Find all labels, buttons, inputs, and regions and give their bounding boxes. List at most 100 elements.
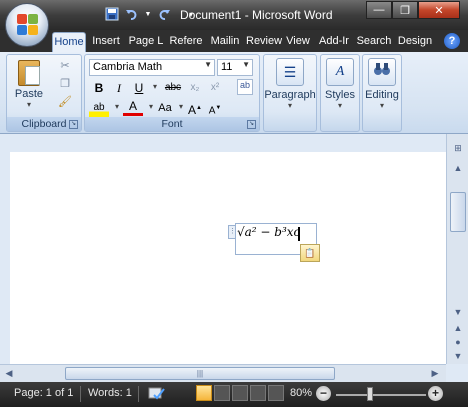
proofing-icon[interactable] — [148, 386, 166, 403]
scroll-down-icon[interactable]: ▼ — [450, 304, 466, 320]
tab-search[interactable]: Search — [356, 32, 392, 52]
document-top-margin — [0, 134, 446, 152]
grow-font-label: A — [188, 103, 197, 117]
clear-formatting-icon[interactable]: ab — [237, 79, 253, 95]
outline-view-icon[interactable] — [250, 385, 266, 401]
save-icon[interactable] — [104, 6, 120, 22]
scroll-left-icon[interactable]: ◀ — [2, 366, 16, 380]
subscript-button[interactable]: x₂ — [185, 79, 205, 97]
paragraph-button[interactable]: ☰ Paragraph ▾ — [264, 58, 316, 118]
horizontal-scrollbar[interactable]: ◀ ||| ▶ — [0, 364, 446, 382]
window-controls: — ❐ ✕ — [366, 1, 460, 19]
word-count[interactable]: Words: 1 — [88, 387, 132, 399]
bold-button[interactable]: B — [89, 79, 109, 97]
full-screen-reading-view-icon[interactable] — [214, 385, 230, 401]
font-color-button[interactable]: A — [123, 99, 143, 116]
zoom-out-icon[interactable]: − — [316, 386, 331, 401]
status-bar: Page: 1 of 1 Words: 1 80% − + — [0, 382, 468, 407]
zoom-in-icon[interactable]: + — [428, 386, 443, 401]
undo-icon[interactable] — [124, 6, 140, 22]
close-icon[interactable]: ✕ — [418, 1, 460, 19]
font-size-select[interactable]: 11 ▼ — [217, 59, 253, 76]
office-logo-icon — [17, 14, 39, 36]
scroll-right-icon[interactable]: ▶ — [428, 366, 442, 380]
page-count[interactable]: Page: 1 of 1 — [14, 387, 73, 399]
text-cursor — [298, 227, 300, 241]
format-painter-icon[interactable]: 🖌 — [57, 95, 73, 111]
ruler-toggle-icon[interactable]: ⊞ — [450, 140, 466, 156]
styles-button[interactable]: A Styles ▾ — [321, 58, 359, 118]
tab-page-layout[interactable]: Page L — [128, 32, 164, 52]
ribbon: Paste ▾ ✂ ❐ 🖌 Clipboard ↘ Cambria Math ▼… — [0, 52, 468, 134]
undo-dropdown-icon[interactable]: ▼ — [144, 6, 152, 22]
zoom-slider-track[interactable] — [336, 394, 426, 396]
font-name-select[interactable]: Cambria Math ▼ — [89, 59, 215, 76]
cut-icon[interactable]: ✂ — [57, 59, 73, 75]
status-separator — [80, 386, 81, 402]
highlight-button[interactable]: ab — [89, 99, 109, 117]
editing-button[interactable]: Editing ▾ — [363, 58, 401, 118]
status-separator — [138, 386, 139, 402]
quick-access-toolbar: ▼ ▾ — [54, 6, 198, 22]
restore-icon[interactable]: ❐ — [392, 1, 418, 19]
title-bar: ▼ ▾ Document1 - Microsoft Word — ❐ ✕ — [0, 0, 468, 30]
paragraph-icon: ☰ — [276, 58, 304, 86]
redo-icon[interactable] — [156, 6, 172, 22]
vertical-scrollbar[interactable]: ⊞ ▲ ▼ ▲ ● ▼ — [446, 134, 468, 364]
chevron-down-icon: ▼ — [204, 60, 212, 69]
vertical-scroll-thumb[interactable] — [450, 192, 466, 232]
underline-button[interactable]: U — [129, 79, 149, 97]
italic-button[interactable]: I — [109, 79, 129, 97]
editing-group: Editing ▾ — [362, 54, 402, 132]
help-icon[interactable]: ? — [444, 33, 460, 49]
paste-label: Paste — [14, 88, 44, 100]
paragraph-group: ☰ Paragraph ▾ — [263, 54, 317, 132]
strikethrough-button[interactable]: abc — [163, 79, 183, 97]
styles-label: Styles — [325, 89, 355, 101]
font-launcher-icon[interactable]: ↘ — [247, 120, 256, 129]
chevron-down-icon[interactable]: ▾ — [147, 82, 163, 98]
paragraph-label: Paragraph — [264, 89, 316, 101]
office-button[interactable] — [5, 3, 49, 47]
draft-view-icon[interactable] — [268, 385, 284, 401]
superscript-button[interactable]: x² — [205, 79, 225, 97]
paste-icon — [18, 60, 40, 86]
tab-mailings[interactable]: Mailin — [207, 32, 243, 52]
minimize-icon[interactable]: — — [366, 1, 392, 19]
font-name-value: Cambria Math — [93, 61, 163, 73]
print-layout-view-icon[interactable] — [196, 385, 212, 401]
shrink-font-button[interactable]: A▼ — [205, 99, 225, 117]
equation-text[interactable]: √a² − b³xc — [237, 225, 300, 239]
chevron-down-icon: ▾ — [287, 101, 292, 110]
window-title: Document1 - Microsoft Word — [180, 8, 333, 22]
paste-button[interactable]: Paste ▾ — [13, 58, 45, 114]
ribbon-tab-row: Home Insert Page L Refere Mailin Review … — [0, 30, 468, 52]
tab-references[interactable]: Refere — [168, 32, 204, 52]
grow-font-button[interactable]: A▲ — [185, 99, 205, 117]
tab-design[interactable]: Design — [395, 32, 435, 52]
clipboard-launcher-icon[interactable]: ↘ — [69, 120, 78, 129]
next-page-icon[interactable]: ▼ — [450, 348, 466, 364]
zoom-slider-thumb[interactable] — [367, 387, 373, 401]
document-page[interactable] — [10, 152, 446, 364]
editing-binoculars-icon — [368, 58, 396, 86]
change-case-button[interactable]: Aa — [155, 99, 175, 117]
chevron-down-icon: ▾ — [337, 101, 342, 110]
font-group-label: Font — [85, 117, 259, 131]
tab-view[interactable]: View — [284, 32, 312, 52]
clipboard-group: Paste ▾ ✂ ❐ 🖌 Clipboard ↘ — [6, 54, 82, 132]
zoom-level[interactable]: 80% — [290, 387, 312, 399]
copy-icon[interactable]: ❐ — [57, 77, 73, 93]
scroll-up-icon[interactable]: ▲ — [450, 160, 466, 176]
editing-label: Editing — [365, 89, 399, 101]
tab-insert[interactable]: Insert — [88, 32, 124, 52]
tab-review[interactable]: Review — [246, 32, 282, 52]
tab-add-ins[interactable]: Add-Ir — [316, 32, 352, 52]
font-size-value: 11 — [221, 61, 233, 73]
chevron-down-icon: ▼ — [242, 60, 250, 69]
font-group: Cambria Math ▼ 11 ▼ ab B I U ▾ abc x₂ x²… — [84, 54, 260, 132]
paste-options-icon[interactable]: 📋 — [300, 244, 320, 262]
horizontal-scroll-thumb[interactable]: ||| — [65, 367, 335, 380]
tab-home[interactable]: Home — [52, 32, 86, 52]
web-layout-view-icon[interactable] — [232, 385, 248, 401]
